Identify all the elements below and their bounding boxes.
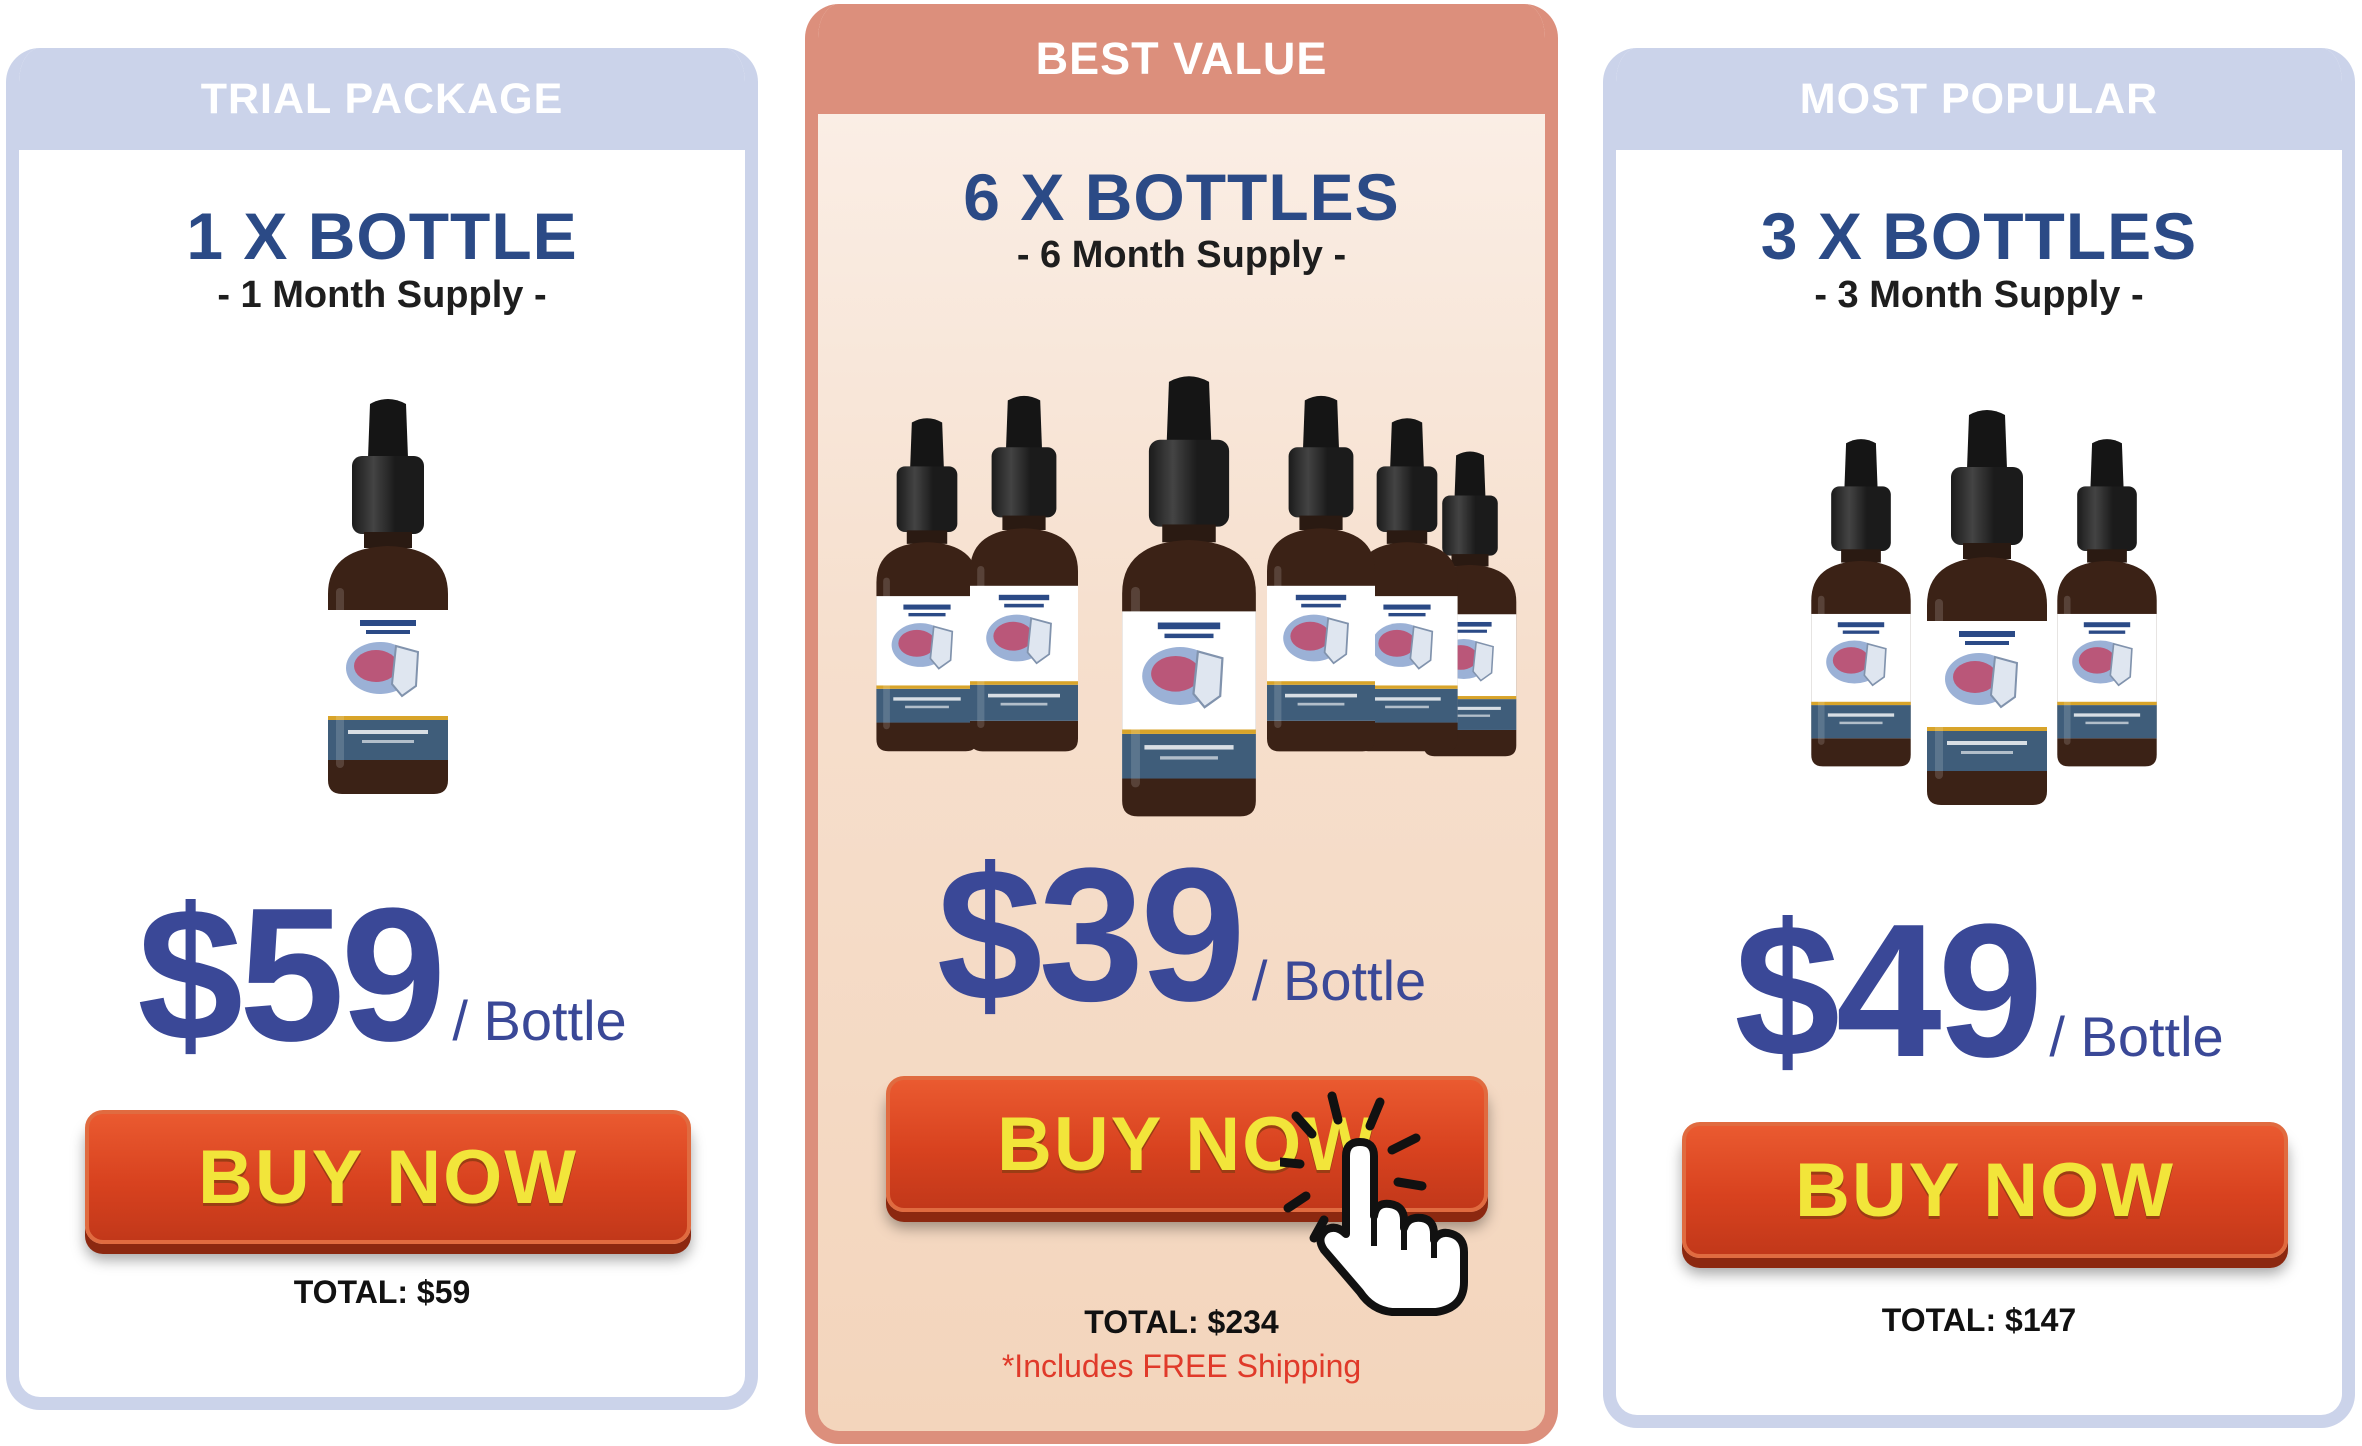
dropper-bottle-icon [1111,354,1267,842]
package-supply: - 1 Month Supply - [217,274,547,316]
pointing-hand-cursor-icon [1280,1091,1468,1316]
per-unit-label: / Bottle [2049,1005,2224,1068]
dropper-bottle-icon [1258,390,1384,760]
dropper-bottle-icon [2049,434,2165,774]
package-supply: - 3 Month Supply - [1814,274,2144,316]
dropper-bottle-icon [1917,400,2057,818]
bottle-image [1616,400,2342,840]
buy-now-button[interactable]: BUY NOW [85,1110,691,1244]
package-card-trial: TRIAL PACKAGE 1 X BOTTLE - 1 Month Suppl… [6,48,758,1410]
bottle-image [19,398,745,838]
buy-now-button[interactable]: BUY NOW [1682,1122,2288,1258]
package-quantity: 3 X BOTTLES [1760,199,2198,273]
package-quantity: 6 X BOTTLES [963,160,1400,234]
dropper-bottle-icon [1803,434,1919,774]
price: $39 [936,829,1246,1041]
bottle-image [818,354,1545,854]
total-price: TOTAL: $59 [293,1274,471,1310]
per-unit-label: / Bottle [452,989,627,1052]
package-card-most-popular: MOST POPULAR 3 X BOTTLES - 3 Month Suppl… [1603,48,2355,1428]
free-shipping-note: *Includes FREE Shipping [1001,1348,1362,1384]
package-quantity: 1 X BOTTLE [186,199,578,273]
price: $59 [137,869,446,1081]
package-banner: MOST POPULAR [1616,48,2342,150]
price-row: $59 / Bottle [19,880,745,1070]
per-unit-label: / Bottle [1251,949,1427,1012]
dropper-bottle-icon [961,390,1087,760]
package-supply: - 6 Month Supply - [1016,234,1347,276]
package-banner: TRIAL PACKAGE [19,48,745,150]
price: $49 [1734,885,2043,1097]
total-price: TOTAL: $147 [1881,1302,2077,1338]
dropper-bottle-icon [318,398,458,798]
price-row: $39 / Bottle [818,840,1545,1030]
price-row: $49 / Bottle [1616,896,2342,1086]
package-banner: BEST VALUE [818,4,1545,114]
